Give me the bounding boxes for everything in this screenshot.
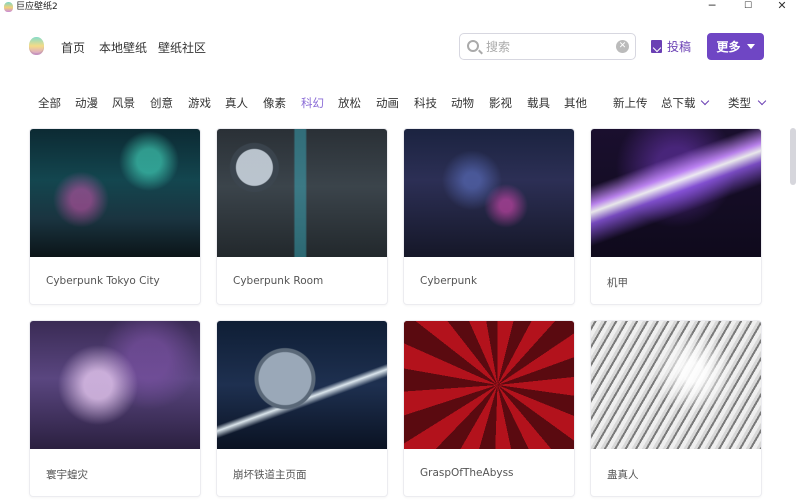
sort-newest[interactable]: 新上传 (613, 95, 648, 111)
category-pixel[interactable]: 像素 (263, 95, 286, 111)
wallpaper-card[interactable]: 寰宇蝗灾 (29, 320, 201, 497)
category-relax[interactable]: 放松 (338, 95, 361, 111)
window-title: 巨应壁纸2 (16, 2, 58, 12)
wallpaper-thumbnail[interactable] (591, 321, 761, 449)
app-icon (4, 2, 13, 12)
filter-type[interactable]: 类型 (728, 95, 751, 111)
wallpaper-card[interactable]: 崩坏铁道主页面 (216, 320, 388, 497)
wallpaper-thumbnail[interactable] (30, 129, 200, 257)
category-animals[interactable]: 动物 (451, 95, 474, 111)
close-button[interactable]: ✕ (764, 0, 800, 14)
search-input[interactable] (486, 38, 606, 56)
nav-home[interactable]: 首页 (61, 39, 85, 56)
app-logo[interactable] (29, 37, 44, 55)
wallpaper-thumbnail[interactable] (404, 321, 574, 449)
wallpaper-title: 寰宇蝗灾 (46, 469, 88, 481)
wallpaper-card[interactable]: GraspOfTheAbyss (403, 320, 575, 497)
category-creative[interactable]: 创意 (150, 95, 173, 111)
chevron-down-icon[interactable] (700, 96, 710, 106)
category-vehicles[interactable]: 载具 (527, 95, 550, 111)
search-box: ✕ (459, 33, 636, 60)
nav-local-wallpapers[interactable]: 本地壁纸 (99, 39, 147, 56)
minimize-button[interactable]: ─ (694, 0, 730, 14)
wallpaper-card[interactable]: 机甲 (590, 128, 762, 305)
wallpaper-title: Cyberpunk (420, 275, 478, 287)
nav-wallpaper-community[interactable]: 壁纸社区 (158, 39, 206, 56)
wallpaper-card[interactable]: Cyberpunk Room (216, 128, 388, 305)
wallpaper-card[interactable]: Cyberpunk (403, 128, 575, 305)
wallpaper-thumbnail[interactable] (30, 321, 200, 449)
wallpaper-thumbnail[interactable] (217, 321, 387, 449)
contribute-label: 投稿 (667, 40, 692, 54)
more-label: 更多 (716, 40, 741, 54)
wallpaper-title: Cyberpunk Room (233, 275, 324, 287)
wallpaper-thumbnail[interactable] (217, 129, 387, 257)
category-other[interactable]: 其他 (564, 95, 587, 111)
caret-down-icon (746, 44, 755, 49)
scrollbar-thumb[interactable] (790, 128, 796, 185)
title-bar: 巨应壁纸2 ─ ☐ ✕ (0, 0, 800, 14)
wallpaper-title: GraspOfTheAbyss (420, 467, 514, 479)
clear-icon[interactable]: ✕ (616, 40, 629, 53)
wallpaper-thumbnail[interactable] (404, 129, 574, 257)
category-animation[interactable]: 动画 (376, 95, 399, 111)
category-anime[interactable]: 动漫 (75, 95, 98, 111)
wallpaper-card[interactable]: 蛊真人 (590, 320, 762, 497)
category-tech[interactable]: 科技 (414, 95, 437, 111)
contribute-button[interactable]: 投稿 (651, 38, 691, 55)
category-scifi[interactable]: 科幻 (301, 95, 324, 111)
category-bar: 全部 动漫 风景 创意 游戏 真人 像素 科幻 放松 动画 科技 动物 影视 载… (0, 95, 800, 111)
category-all[interactable]: 全部 (38, 95, 61, 111)
category-games[interactable]: 游戏 (188, 95, 211, 111)
search-icon (467, 40, 479, 52)
wallpaper-title: Cyberpunk Tokyo City (46, 275, 160, 287)
category-people[interactable]: 真人 (225, 95, 248, 111)
category-scenery[interactable]: 风景 (112, 95, 135, 111)
wallpaper-title: 蛊真人 (607, 469, 639, 481)
wallpaper-title: 机甲 (607, 277, 628, 289)
category-film[interactable]: 影视 (489, 95, 512, 111)
wallpaper-card[interactable]: Cyberpunk Tokyo City (29, 128, 201, 305)
chevron-down-icon[interactable] (757, 96, 767, 106)
more-button[interactable]: 更多 (707, 33, 764, 60)
wallpaper-thumbnail[interactable] (591, 129, 761, 257)
upload-document-icon (651, 40, 662, 53)
maximize-button[interactable]: ☐ (730, 0, 766, 14)
wallpaper-title: 崩坏铁道主页面 (233, 469, 307, 481)
sort-downloads[interactable]: 总下载 (661, 95, 696, 111)
